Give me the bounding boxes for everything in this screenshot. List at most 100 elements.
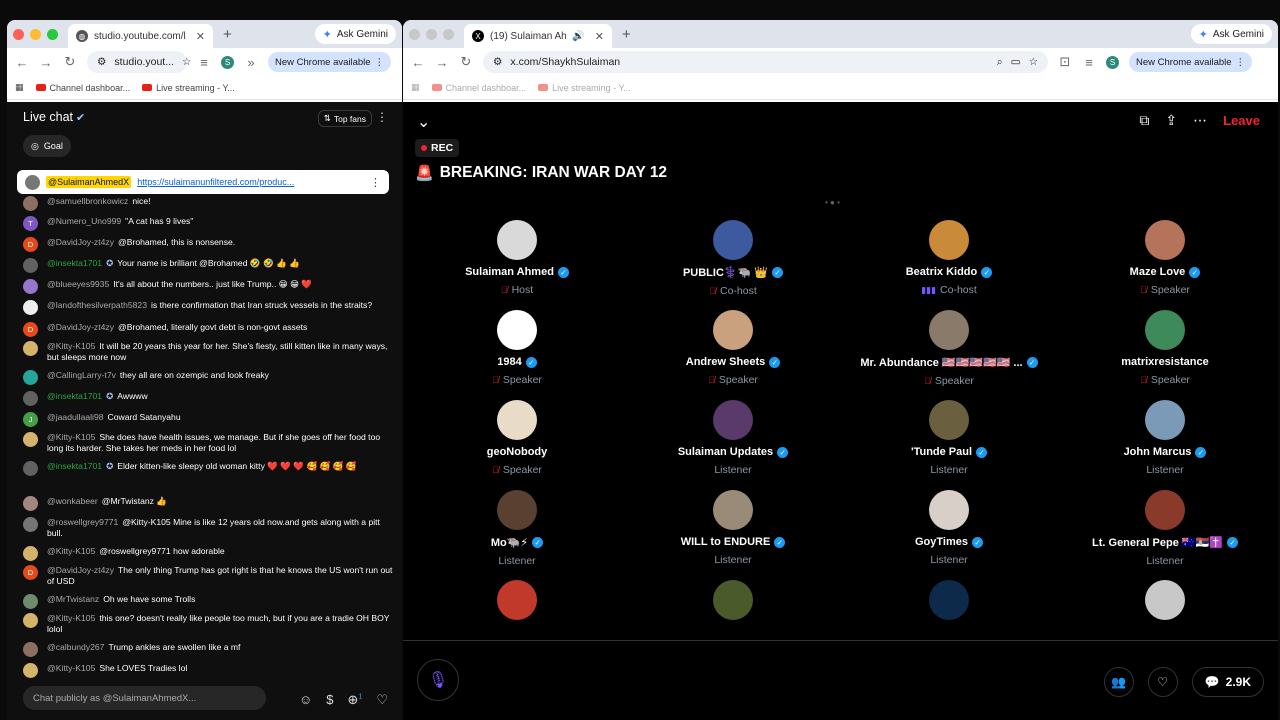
chat-message[interactable]: @Kitty-K105 She does have health issues, … bbox=[23, 432, 393, 454]
participant[interactable]: John Marcus ✓ Listener bbox=[1057, 400, 1273, 476]
participant-avatar[interactable] bbox=[929, 310, 969, 350]
chat-input[interactable]: Chat publicly as @SulaimanAhmedX... bbox=[23, 686, 266, 710]
chat-message[interactable]: @landofthesilverpath5823 is there confirm… bbox=[23, 300, 393, 315]
chat-message[interactable]: @roswellgrey9771 @Kitty-K105 Mine is like… bbox=[23, 517, 393, 539]
profile-avatar[interactable]: S bbox=[1106, 55, 1119, 69]
participant[interactable]: matrixresistance 🎙̸ Speaker bbox=[1057, 310, 1273, 386]
apps-grid-icon[interactable]: ▦ bbox=[411, 82, 420, 93]
chat-message[interactable]: D @DavidJoy-zt4zy The only thing Trump has… bbox=[23, 565, 393, 587]
participant-avatar[interactable] bbox=[929, 220, 969, 260]
forward-icon[interactable]: → bbox=[39, 55, 53, 70]
reactions-button[interactable]: ♡ bbox=[1147, 667, 1178, 697]
people-button[interactable]: 👥 bbox=[1103, 667, 1134, 697]
chat-message[interactable]: J @jaadullaali98 Coward Satanyahu bbox=[23, 412, 393, 427]
ask-gemini-button[interactable]: ✦ Ask Gemini bbox=[1190, 24, 1272, 44]
ask-gemini-button[interactable]: ✦ Ask Gemini bbox=[314, 24, 396, 44]
participant[interactable] bbox=[1057, 580, 1273, 620]
participant[interactable]: 1984 ✓ 🎙̸ Speaker bbox=[409, 310, 625, 386]
bookmark-star-icon[interactable]: ☆ bbox=[1029, 56, 1038, 68]
close-window-button[interactable] bbox=[409, 28, 420, 40]
cast-icon[interactable]: ▭ bbox=[1011, 56, 1021, 68]
participant[interactable]: Beatrix Kiddo ✓ ▮▮▮ Co-host bbox=[841, 220, 1057, 296]
participant[interactable]: WILL to ENDURE ✓ Listener bbox=[625, 490, 841, 566]
message-author[interactable]: @CallingLarry-t7v bbox=[47, 370, 116, 380]
close-tab-icon[interactable]: ✕ bbox=[196, 30, 205, 43]
participant-avatar[interactable] bbox=[929, 400, 969, 440]
chat-message[interactable]: @Kitty-K105 this one? doesn't really like… bbox=[23, 613, 393, 635]
chat-message[interactable]: @wonkabeer @MrTwistanz 👍 bbox=[23, 496, 393, 511]
reading-list-icon[interactable]: ≡ bbox=[197, 55, 211, 70]
participant-avatar[interactable] bbox=[1145, 400, 1185, 440]
participant[interactable]: Andrew Sheets ✓ 🎙̸ Speaker bbox=[625, 310, 841, 386]
message-author[interactable]: @DavidJoy-zt4zy bbox=[47, 237, 114, 247]
participant-avatar[interactable] bbox=[1145, 220, 1185, 260]
participant[interactable]: Sulaiman Ahmed ✓ 🎙̸ Host bbox=[409, 220, 625, 296]
message-author[interactable]: @Kitty-K105 bbox=[47, 546, 95, 556]
chat-menu-icon[interactable]: ⋮ bbox=[376, 110, 388, 124]
chat-message[interactable]: @MrTwistanz Oh we have some Trolls bbox=[23, 594, 393, 609]
chat-message[interactable]: @CallingLarry-t7v they all are on ozempic… bbox=[23, 370, 393, 385]
reload-icon[interactable]: ↻ bbox=[459, 54, 473, 70]
super-sticker-icon[interactable]: ⊕1 bbox=[348, 692, 363, 708]
participant-avatar[interactable] bbox=[497, 490, 537, 530]
message-author[interactable]: @samuellbronkowicz bbox=[47, 196, 128, 206]
goal-button[interactable]: ◎ Goal bbox=[23, 135, 71, 157]
chat-message[interactable]: @Kitty-K105 It will be 20 years this year… bbox=[23, 341, 393, 363]
participant[interactable]: Maze Love ✓ 🎙̸ Speaker bbox=[1057, 220, 1273, 296]
participant-avatar[interactable] bbox=[497, 310, 537, 350]
participant[interactable]: PUBLIC⚕️🐃 👑 ✓ 🎙̸ Co-host bbox=[625, 220, 841, 297]
participant-avatar[interactable] bbox=[497, 580, 537, 620]
participant[interactable] bbox=[409, 580, 625, 620]
participant-avatar[interactable] bbox=[713, 490, 753, 530]
new-chrome-available-button[interactable]: New Chrome available ⋮ bbox=[1129, 52, 1253, 72]
more-options-icon[interactable]: ⋯ bbox=[1193, 112, 1207, 129]
super-chat-icon[interactable]: $ bbox=[326, 692, 333, 708]
message-author[interactable]: @insekta1701 bbox=[47, 258, 102, 268]
minimize-window-button[interactable] bbox=[30, 28, 41, 40]
participant-avatar[interactable] bbox=[497, 400, 537, 440]
message-author[interactable]: @Kitty-K105 bbox=[47, 432, 95, 442]
bookmark-channel-dashboard[interactable]: Channel dashboar... bbox=[431, 83, 526, 93]
more-menu-icon[interactable]: ⋮ bbox=[375, 57, 385, 68]
message-author[interactable]: @insekta1701 bbox=[47, 461, 102, 471]
more-menu-icon[interactable]: ⋮ bbox=[1236, 57, 1246, 68]
chat-message[interactable]: D @DavidJoy-zt4zy @Brohamed, this is nonse… bbox=[23, 237, 393, 252]
maximize-window-button[interactable] bbox=[443, 28, 454, 40]
participant-avatar[interactable] bbox=[1145, 580, 1185, 620]
heart-icon[interactable]: ♡ bbox=[376, 692, 388, 708]
address-bar[interactable]: ⚙ studio.yout... ☆ bbox=[87, 51, 191, 73]
forward-icon[interactable]: → bbox=[435, 55, 449, 70]
participant[interactable] bbox=[841, 580, 1057, 620]
site-info-icon[interactable]: ⚙ bbox=[493, 56, 502, 68]
chat-message[interactable]: @Kitty-K105 She LOVES Tradies lol bbox=[23, 663, 393, 678]
chat-message[interactable]: @blueeyes9935 It's all about the numbers.… bbox=[23, 279, 393, 294]
message-author[interactable]: @DavidJoy-zt4zy bbox=[47, 322, 114, 332]
participant[interactable]: GoyTimes ✓ Listener bbox=[841, 490, 1057, 566]
chat-message[interactable]: @calbundy267 Trump ankles are swollen lik… bbox=[23, 642, 393, 657]
new-tab-button[interactable]: + bbox=[622, 26, 631, 43]
message-author[interactable]: @Numero_Uno999 bbox=[47, 216, 121, 226]
participant-avatar[interactable] bbox=[713, 400, 753, 440]
message-author[interactable]: @DavidJoy-zt4zy bbox=[47, 565, 114, 575]
new-chrome-available-button[interactable]: New Chrome available ⋮ bbox=[268, 52, 392, 72]
chat-message[interactable]: @Kitty-K105 @roswellgrey9771 how adorable bbox=[23, 546, 393, 561]
participant[interactable]: Mo🐃⚡ ✓ Listener bbox=[409, 490, 625, 567]
comments-button[interactable]: 💬 2.9K bbox=[1191, 667, 1264, 697]
pinned-message[interactable]: @SulaimanAhmedX https://sulaimanunfilter… bbox=[17, 170, 389, 194]
message-author[interactable]: @Kitty-K105 bbox=[47, 663, 95, 673]
zoom-icon[interactable]: ⌕ bbox=[997, 56, 1003, 69]
new-tab-button[interactable]: + bbox=[223, 26, 232, 43]
message-author[interactable]: @blueeyes9935 bbox=[47, 279, 109, 289]
apps-grid-icon[interactable]: ▦ bbox=[15, 82, 24, 93]
participant[interactable]: 'Tunde Paul ✓ Listener bbox=[841, 400, 1057, 476]
emoji-icon[interactable]: ☺ bbox=[299, 692, 312, 708]
participant[interactable]: Lt. General Pepe 🇦🇺🇷🇸✝️ ✓ Listener bbox=[1057, 490, 1273, 567]
message-author[interactable]: @calbundy267 bbox=[47, 642, 104, 652]
chat-message[interactable]: @samuellbronkowicz nice! bbox=[23, 196, 393, 211]
message-author[interactable]: @Kitty-K105 bbox=[47, 341, 95, 351]
address-bar[interactable]: ⚙ x.com/ShaykhSulaiman ⌕ ▭ ☆ bbox=[483, 51, 1048, 73]
minimize-window-button[interactable] bbox=[426, 28, 437, 40]
reload-icon[interactable]: ↻ bbox=[63, 54, 77, 70]
participant-avatar[interactable] bbox=[1145, 310, 1185, 350]
participant[interactable]: Mr. Abundance 🇺🇸🇺🇸🇺🇸🇺🇸🇺🇸 ... ✓ 🎙̸ Speaker bbox=[841, 310, 1057, 387]
